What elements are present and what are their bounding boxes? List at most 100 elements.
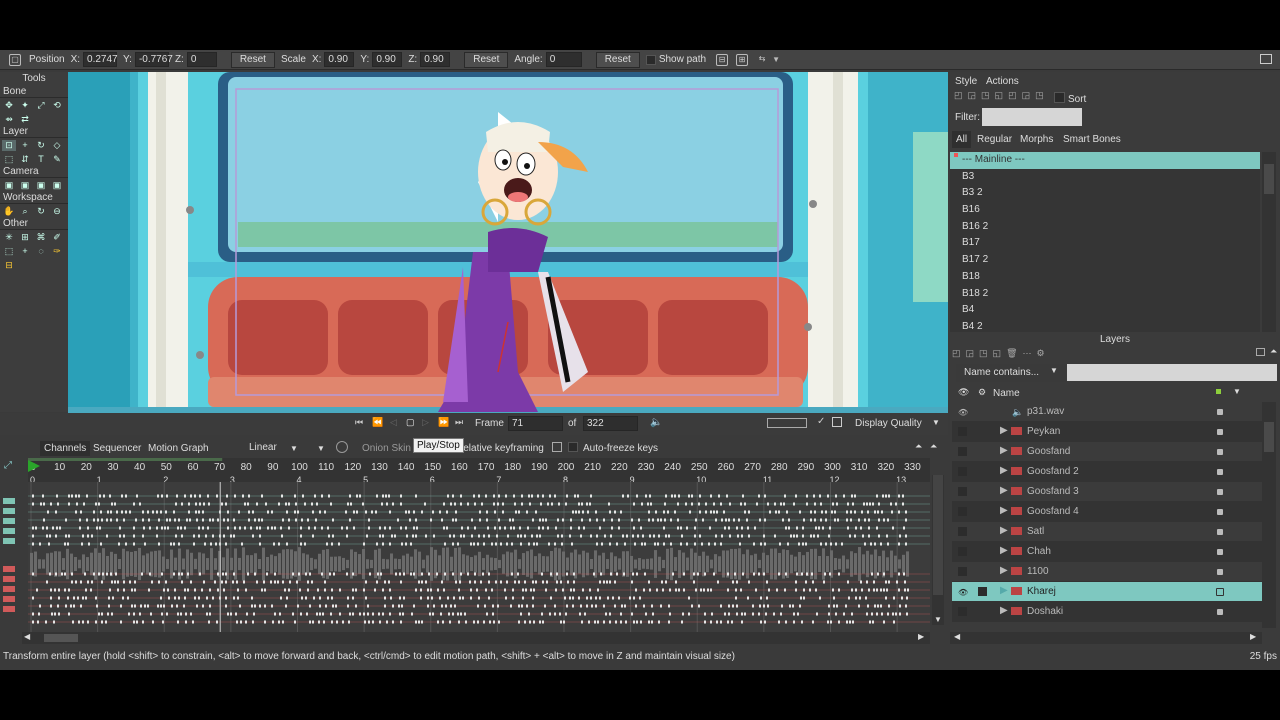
keyframe-dot[interactable] bbox=[655, 510, 657, 514]
keyframe-dot[interactable] bbox=[830, 620, 832, 624]
keyframe-dot[interactable] bbox=[855, 596, 857, 600]
keyframe-dot[interactable] bbox=[597, 620, 599, 624]
keyframe-dot[interactable] bbox=[618, 596, 620, 600]
keyframe-dot[interactable] bbox=[781, 604, 783, 608]
keyframe-dot[interactable] bbox=[164, 526, 166, 530]
keyframe-dot[interactable] bbox=[868, 534, 870, 538]
keyframe-dot[interactable] bbox=[748, 580, 750, 584]
keyframe-dot[interactable] bbox=[885, 494, 887, 498]
keyframe-dot[interactable] bbox=[542, 620, 544, 624]
action-item[interactable]: B18 bbox=[950, 269, 1260, 286]
keyframe-dot[interactable] bbox=[728, 604, 730, 608]
keyframe-dot[interactable] bbox=[650, 502, 652, 506]
expand-icon[interactable]: ⏶ bbox=[930, 441, 937, 452]
keyframe-dot[interactable] bbox=[196, 518, 198, 522]
keyframe-dot[interactable] bbox=[537, 494, 539, 498]
chevron-down-icon[interactable]: ▼ bbox=[772, 55, 780, 64]
keyframe-dot[interactable] bbox=[622, 534, 624, 538]
keyframe-dot[interactable] bbox=[457, 612, 459, 616]
keyframe-dot[interactable] bbox=[819, 494, 821, 498]
keyframe-dot[interactable] bbox=[672, 572, 674, 576]
keyframe-dot[interactable] bbox=[874, 604, 876, 608]
keyframe-dot[interactable] bbox=[835, 612, 837, 616]
previous-frame-icon[interactable]: ◁ bbox=[390, 417, 397, 428]
keyframe-dot[interactable] bbox=[657, 518, 659, 522]
keyframe-dot[interactable] bbox=[510, 526, 512, 530]
keyframe-dot[interactable] bbox=[198, 534, 200, 538]
keyframe-dot[interactable] bbox=[254, 604, 256, 608]
keyframe-dot[interactable] bbox=[498, 518, 500, 522]
keyframe-dot[interactable] bbox=[416, 526, 418, 530]
keyframe-dot[interactable] bbox=[203, 502, 205, 506]
keyframe-dot[interactable] bbox=[754, 526, 756, 530]
keyframe-dot[interactable] bbox=[349, 494, 351, 498]
keyframe-dot[interactable] bbox=[595, 510, 597, 514]
keyframe-dot[interactable] bbox=[382, 612, 384, 616]
keyframe-dot[interactable] bbox=[577, 494, 579, 498]
keyframe-dot[interactable] bbox=[573, 572, 575, 576]
keyframe-dot[interactable] bbox=[766, 596, 768, 600]
keyframe-dot[interactable] bbox=[847, 526, 849, 530]
keyframe-dot[interactable] bbox=[811, 572, 813, 576]
keyframe-dot[interactable] bbox=[581, 620, 583, 624]
keyframe-dot[interactable] bbox=[528, 494, 530, 498]
other-tool-5-icon[interactable]: ⬚ bbox=[2, 246, 16, 257]
keyframe-dot[interactable] bbox=[653, 534, 655, 538]
keyframe-dot[interactable] bbox=[433, 604, 435, 608]
layers-scroll-thumb[interactable] bbox=[1264, 422, 1274, 452]
keyframe-dot[interactable] bbox=[234, 526, 236, 530]
keyframe-dot[interactable] bbox=[471, 518, 473, 522]
keyframe-dot[interactable] bbox=[450, 604, 452, 608]
keyframe-dot[interactable] bbox=[427, 596, 429, 600]
keyframe-dot[interactable] bbox=[499, 526, 501, 530]
keyframe-dot[interactable] bbox=[482, 572, 484, 576]
keyframe-dot[interactable] bbox=[512, 518, 514, 522]
keyframe-dot[interactable] bbox=[280, 596, 282, 600]
layer-name[interactable]: Goosfand 3 bbox=[1027, 486, 1079, 497]
keyframe-dot[interactable] bbox=[389, 510, 391, 514]
keyframe-dot[interactable] bbox=[133, 620, 135, 624]
keyframe-dot[interactable] bbox=[518, 510, 520, 514]
keyframe-dot[interactable] bbox=[250, 526, 252, 530]
scale-z-field[interactable]: 0.90 bbox=[420, 52, 451, 67]
keyframe-dot[interactable] bbox=[554, 494, 556, 498]
keyframe-dot[interactable] bbox=[491, 542, 493, 546]
keyframe-dot[interactable] bbox=[569, 534, 571, 538]
keyframe-dot[interactable] bbox=[294, 620, 296, 624]
eyedropper-icon[interactable]: ✎ bbox=[50, 154, 64, 165]
keyframe-dot[interactable] bbox=[292, 612, 294, 616]
keyframe-dot[interactable] bbox=[904, 588, 906, 592]
keyframe-dot[interactable] bbox=[898, 588, 900, 592]
keyframe-dot[interactable] bbox=[129, 580, 131, 584]
keyframe-dot[interactable] bbox=[227, 526, 229, 530]
flip-horizontal-icon[interactable]: ⊟ bbox=[716, 53, 729, 66]
audio-icon[interactable]: 🔈 bbox=[650, 417, 662, 428]
keyframe-dot[interactable] bbox=[177, 620, 179, 624]
keyframe-dot[interactable] bbox=[511, 542, 513, 546]
layer-row-selected[interactable]: 👁 ▶ Kharej bbox=[952, 582, 1262, 602]
keyframe-dot[interactable] bbox=[131, 588, 133, 592]
keyframe-dot[interactable] bbox=[447, 494, 449, 498]
keyframe-dot[interactable] bbox=[795, 588, 797, 592]
keyframe-dot[interactable] bbox=[57, 502, 59, 506]
auto-freeze-checkbox[interactable] bbox=[568, 442, 578, 452]
keyframe-dot[interactable] bbox=[114, 502, 116, 506]
keyframe-dot[interactable] bbox=[825, 542, 827, 546]
keyframe-dot[interactable] bbox=[377, 572, 379, 576]
pan-camera-icon[interactable]: ▣ bbox=[50, 180, 64, 191]
keyframe-dot[interactable] bbox=[465, 620, 467, 624]
keyframe-dot[interactable] bbox=[542, 526, 544, 530]
keyframe-dot[interactable] bbox=[223, 534, 225, 538]
keyframe-dot[interactable] bbox=[693, 572, 695, 576]
keyframe-dot[interactable] bbox=[695, 518, 697, 522]
layer-name[interactable]: Peykan bbox=[1027, 426, 1060, 437]
keyframe-dot[interactable] bbox=[741, 612, 743, 616]
keyframe-dot[interactable] bbox=[93, 572, 95, 576]
other-tool-2-icon[interactable]: ⊞ bbox=[18, 232, 32, 243]
keyframe-dot[interactable] bbox=[612, 596, 614, 600]
flip-vertical-icon[interactable]: ⊞ bbox=[736, 53, 749, 66]
layer-name[interactable]: p31.wav bbox=[1027, 406, 1064, 417]
keyframe-dot[interactable] bbox=[327, 596, 329, 600]
keyframe-dot[interactable] bbox=[35, 526, 37, 530]
keyframe-dot[interactable] bbox=[867, 510, 869, 514]
